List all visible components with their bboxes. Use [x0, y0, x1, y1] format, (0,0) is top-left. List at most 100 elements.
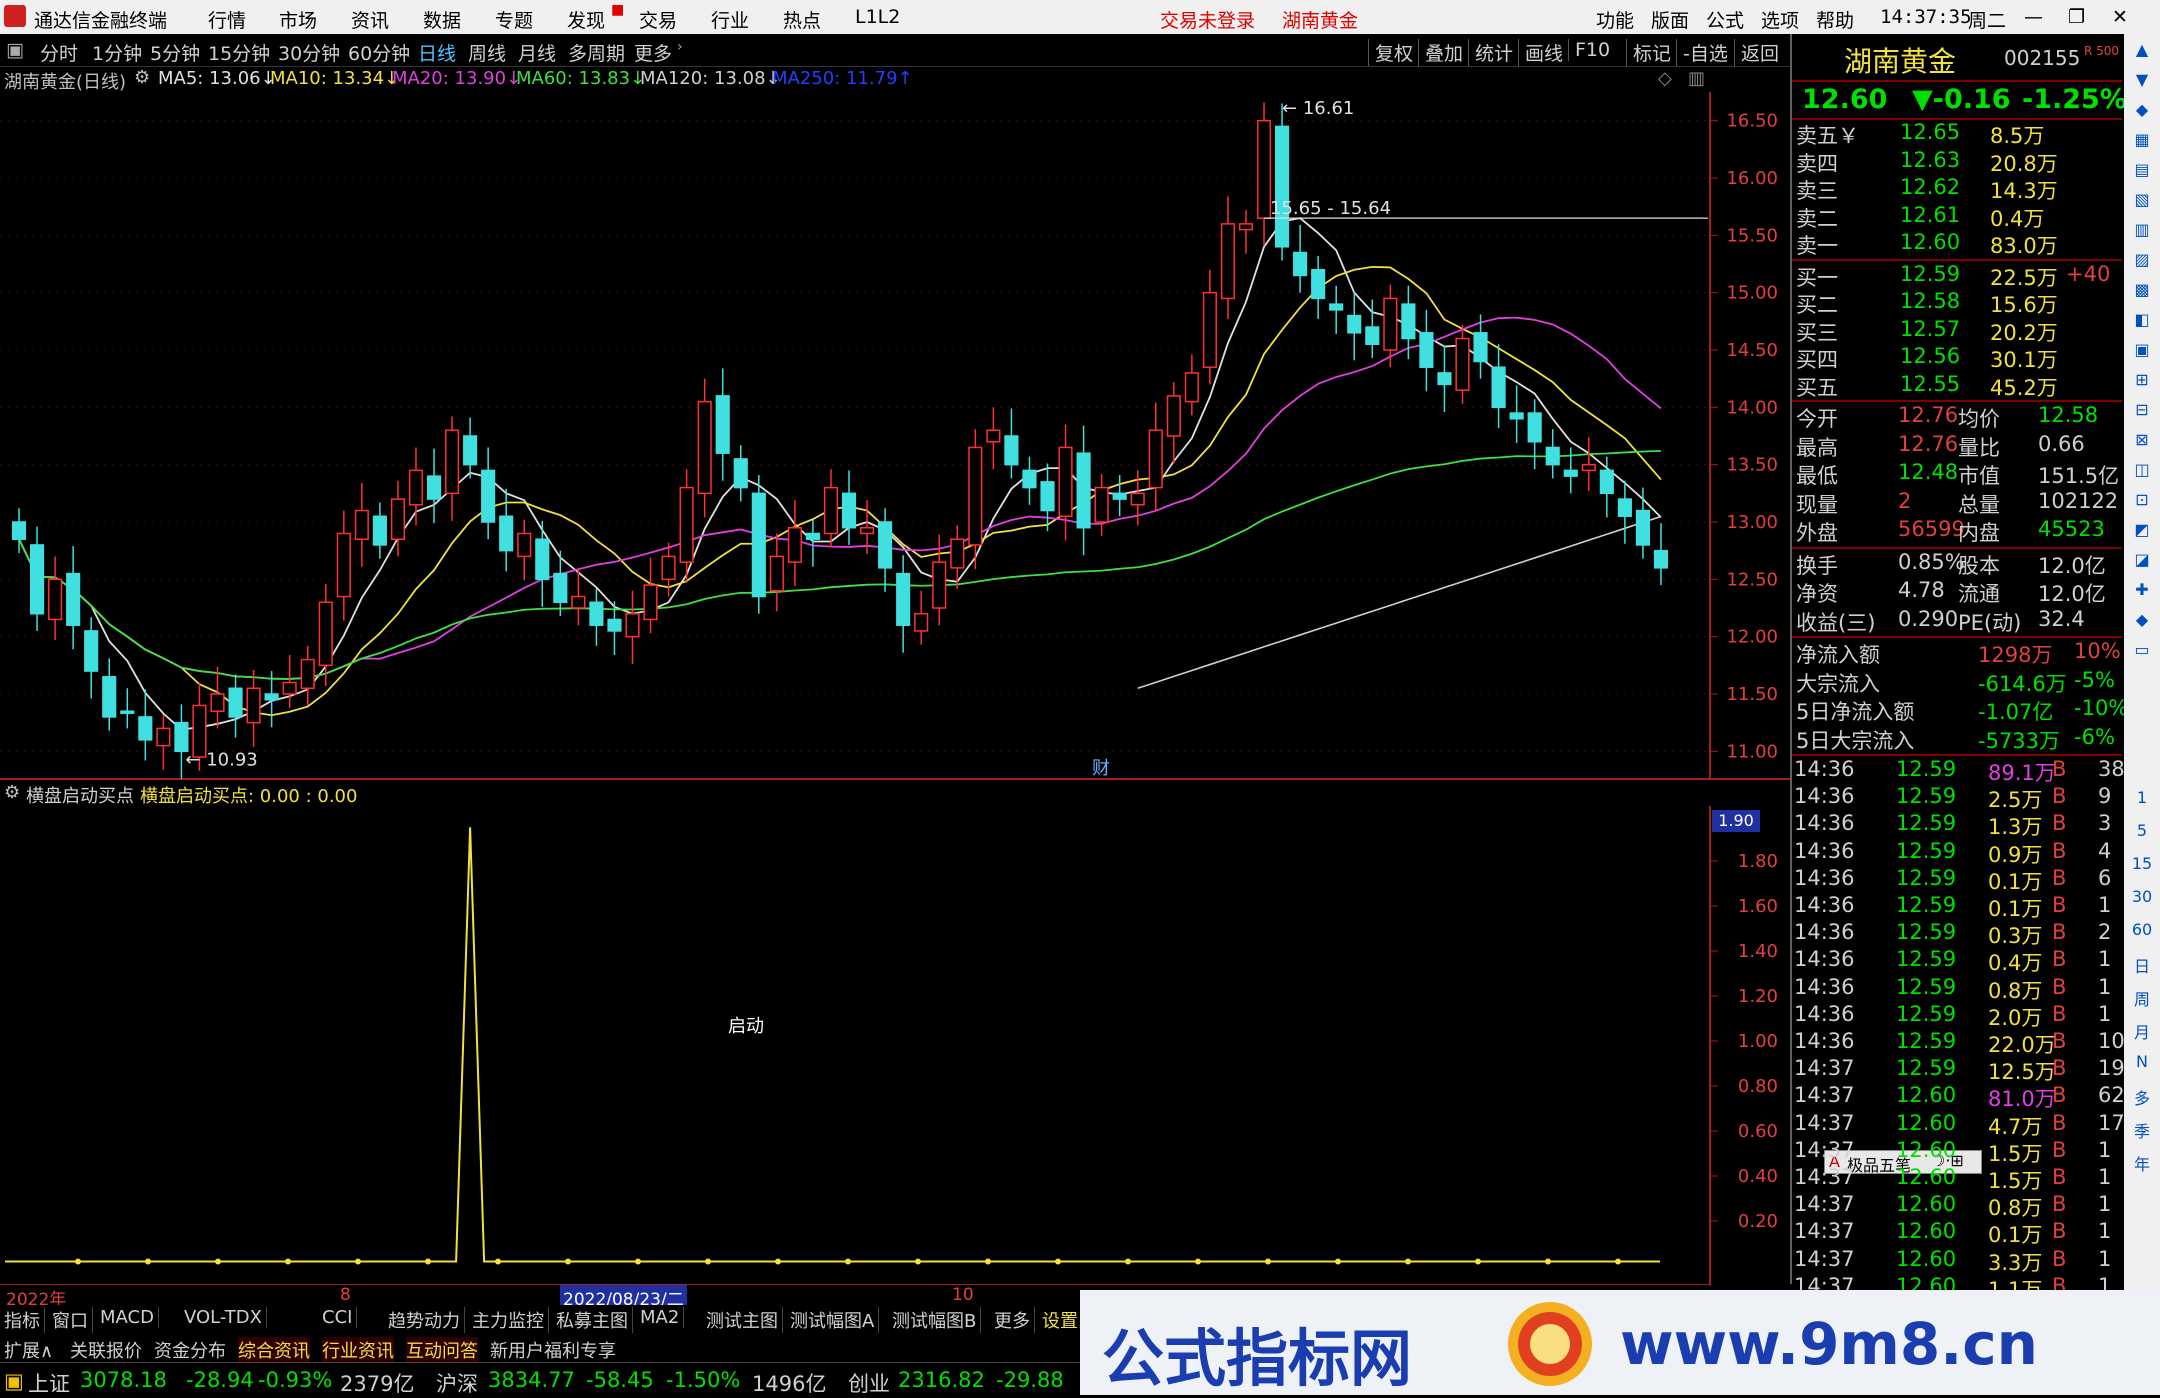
diamond-icon[interactable]: ◇	[1658, 68, 1672, 89]
side-tool-icon[interactable]: ◪	[2130, 550, 2154, 569]
period-tab[interactable]: 分时	[40, 39, 78, 66]
indicator-tab[interactable]: MACD	[100, 1307, 159, 1328]
info-tab[interactable]: 关联报价	[70, 1337, 142, 1363]
minimize-icon[interactable]: —	[2024, 6, 2043, 28]
indicator-tab[interactable]: 测试主图	[706, 1307, 783, 1333]
cy-index-label[interactable]: 创业	[848, 1368, 890, 1398]
menu-item[interactable]: 市场	[279, 6, 317, 33]
side-period-button[interactable]: 60	[2130, 920, 2154, 939]
period-tab-active[interactable]: 日线	[418, 39, 456, 66]
menu-item[interactable]: 数据	[423, 6, 461, 33]
indicator-tab[interactable]: 主力监控	[472, 1307, 549, 1333]
side-period-button[interactable]: 5	[2130, 821, 2154, 840]
sh-index-label[interactable]: 上证	[28, 1368, 70, 1398]
restore-icon[interactable]: ❐	[2068, 6, 2085, 28]
back-button[interactable]: 返回	[1734, 39, 1779, 66]
toolbar-menu-icon[interactable]: ▣	[6, 39, 24, 61]
period-tab[interactable]: 1分钟	[92, 39, 142, 66]
indicator-settings-icon[interactable]: ⚙	[4, 782, 20, 803]
finance-event-marker[interactable]: 财	[1092, 758, 1110, 779]
side-period-button[interactable]: N	[2130, 1052, 2154, 1071]
candlestick-chart[interactable]: 16.50 16.00 15.50 15.00 14.50 14.00 13.50 13.00…	[0, 92, 1790, 780]
side-tool-icon[interactable]: ◩	[2130, 520, 2154, 539]
side-tool-icon[interactable]: ▥	[2130, 220, 2154, 239]
side-period-button[interactable]: 日	[2130, 953, 2154, 977]
period-tab[interactable]: 15分钟	[208, 39, 270, 66]
menu-item[interactable]: 功能	[1596, 6, 1634, 33]
indicator-tab[interactable]: 测试幅图B	[892, 1307, 982, 1333]
panel-icon[interactable]: ▥	[1688, 68, 1705, 89]
close-icon[interactable]: ✕	[2112, 6, 2128, 28]
info-tab[interactable]: 扩展∧	[4, 1337, 53, 1363]
side-tool-icon[interactable]: ▧	[2130, 190, 2154, 209]
stats-button[interactable]: 统计	[1468, 39, 1513, 66]
period-tab[interactable]: 月线	[518, 39, 556, 66]
settings-gear-icon[interactable]: ⚙	[134, 67, 150, 88]
side-tool-icon[interactable]: ▦	[2130, 130, 2154, 149]
side-period-button[interactable]: 1	[2130, 788, 2154, 807]
period-tab[interactable]: 30分钟	[278, 39, 340, 66]
side-period-button[interactable]: 15	[2130, 854, 2154, 873]
menu-item[interactable]: 行业	[711, 6, 749, 33]
indicator-tab[interactable]: 窗口	[52, 1307, 93, 1333]
menu-item[interactable]: 帮助	[1816, 6, 1854, 33]
side-tool-icon[interactable]: ▣	[2130, 340, 2154, 359]
draw-button[interactable]: 画线	[1518, 39, 1563, 66]
side-period-button[interactable]: 季	[2130, 1118, 2154, 1142]
indicator-tab[interactable]: CCI	[322, 1307, 358, 1328]
side-tool-icon[interactable]: ▨	[2130, 250, 2154, 269]
side-tool-icon[interactable]: ▼	[2130, 70, 2154, 89]
period-tab[interactable]: 多周期	[568, 39, 625, 66]
indicator-tab[interactable]: 指标	[4, 1307, 45, 1333]
info-tab[interactable]: 综合资讯	[238, 1337, 310, 1363]
indicator-tab[interactable]: 私募主图	[556, 1307, 633, 1333]
indicator-tab[interactable]: 趋势动力	[388, 1307, 465, 1333]
indicator-tab[interactable]: 测试幅图A	[790, 1307, 880, 1333]
side-tool-icon[interactable]: ⊞	[2130, 370, 2154, 389]
side-tool-icon[interactable]: ✚	[2130, 580, 2154, 599]
indicator-tab[interactable]: 设置	[1042, 1307, 1083, 1333]
side-tool-icon[interactable]: ▤	[2130, 160, 2154, 179]
chevron-right-icon[interactable]: ›	[677, 39, 683, 55]
info-tab[interactable]: 互动问答	[406, 1337, 478, 1363]
indicator-tab[interactable]: VOL-TDX	[184, 1307, 267, 1328]
menu-item[interactable]: 行情	[208, 6, 246, 33]
menu-item[interactable]: 选项	[1761, 6, 1799, 33]
menu-item[interactable]: L1L2	[855, 6, 900, 28]
overlay-button[interactable]: 叠加	[1418, 39, 1463, 66]
side-tool-icon[interactable]: ⊟	[2130, 400, 2154, 419]
menu-item[interactable]: 版面	[1651, 6, 1689, 33]
menu-item[interactable]: 资讯	[351, 6, 389, 33]
period-tab[interactable]: 更多	[634, 39, 672, 66]
side-tool-icon[interactable]: ▭	[2130, 640, 2154, 659]
hs-index-label[interactable]: 沪深	[436, 1368, 478, 1398]
trade-login-status[interactable]: 交易未登录	[1160, 6, 1255, 33]
info-tab[interactable]: 资金分布	[154, 1337, 226, 1363]
f10-button[interactable]: F10	[1568, 39, 1610, 61]
info-tab[interactable]: 新用户福利专享	[490, 1337, 616, 1363]
side-tool-icon[interactable]: ◆	[2130, 100, 2154, 119]
fq-button[interactable]: 复权	[1368, 39, 1413, 66]
indicator-tab[interactable]: MA2	[640, 1307, 685, 1328]
indicator-tab[interactable]: 更多	[994, 1307, 1035, 1333]
menu-item[interactable]: 交易	[639, 6, 677, 33]
side-period-button[interactable]: 多	[2130, 1085, 2154, 1109]
side-period-button[interactable]: 周	[2130, 986, 2154, 1010]
period-tab[interactable]: 5分钟	[150, 39, 200, 66]
menu-item[interactable]: 发现	[567, 6, 605, 33]
side-tool-icon[interactable]: ⊠	[2130, 430, 2154, 449]
period-tab[interactable]: 60分钟	[348, 39, 410, 66]
add-watchlist-button[interactable]: -自选	[1676, 39, 1728, 66]
info-tab[interactable]: 行业资讯	[322, 1337, 394, 1363]
menu-item[interactable]: 公式	[1706, 6, 1744, 33]
indicator-chart[interactable]: 1.80 1.60 1.40 1.20 1.00 0.80 0.60 0.40 0.20	[0, 806, 1790, 1286]
menu-item[interactable]: 热点	[783, 6, 821, 33]
period-tab[interactable]: 周线	[468, 39, 506, 66]
side-tool-icon[interactable]: ◫	[2130, 460, 2154, 479]
side-period-button[interactable]: 月	[2130, 1019, 2154, 1043]
side-period-button[interactable]: 年	[2130, 1151, 2154, 1175]
side-tool-icon[interactable]: ◆	[2130, 610, 2154, 629]
side-tool-icon[interactable]: ▲	[2130, 40, 2154, 59]
side-tool-icon[interactable]: ▩	[2130, 280, 2154, 299]
menu-item[interactable]: 专题	[495, 6, 533, 33]
